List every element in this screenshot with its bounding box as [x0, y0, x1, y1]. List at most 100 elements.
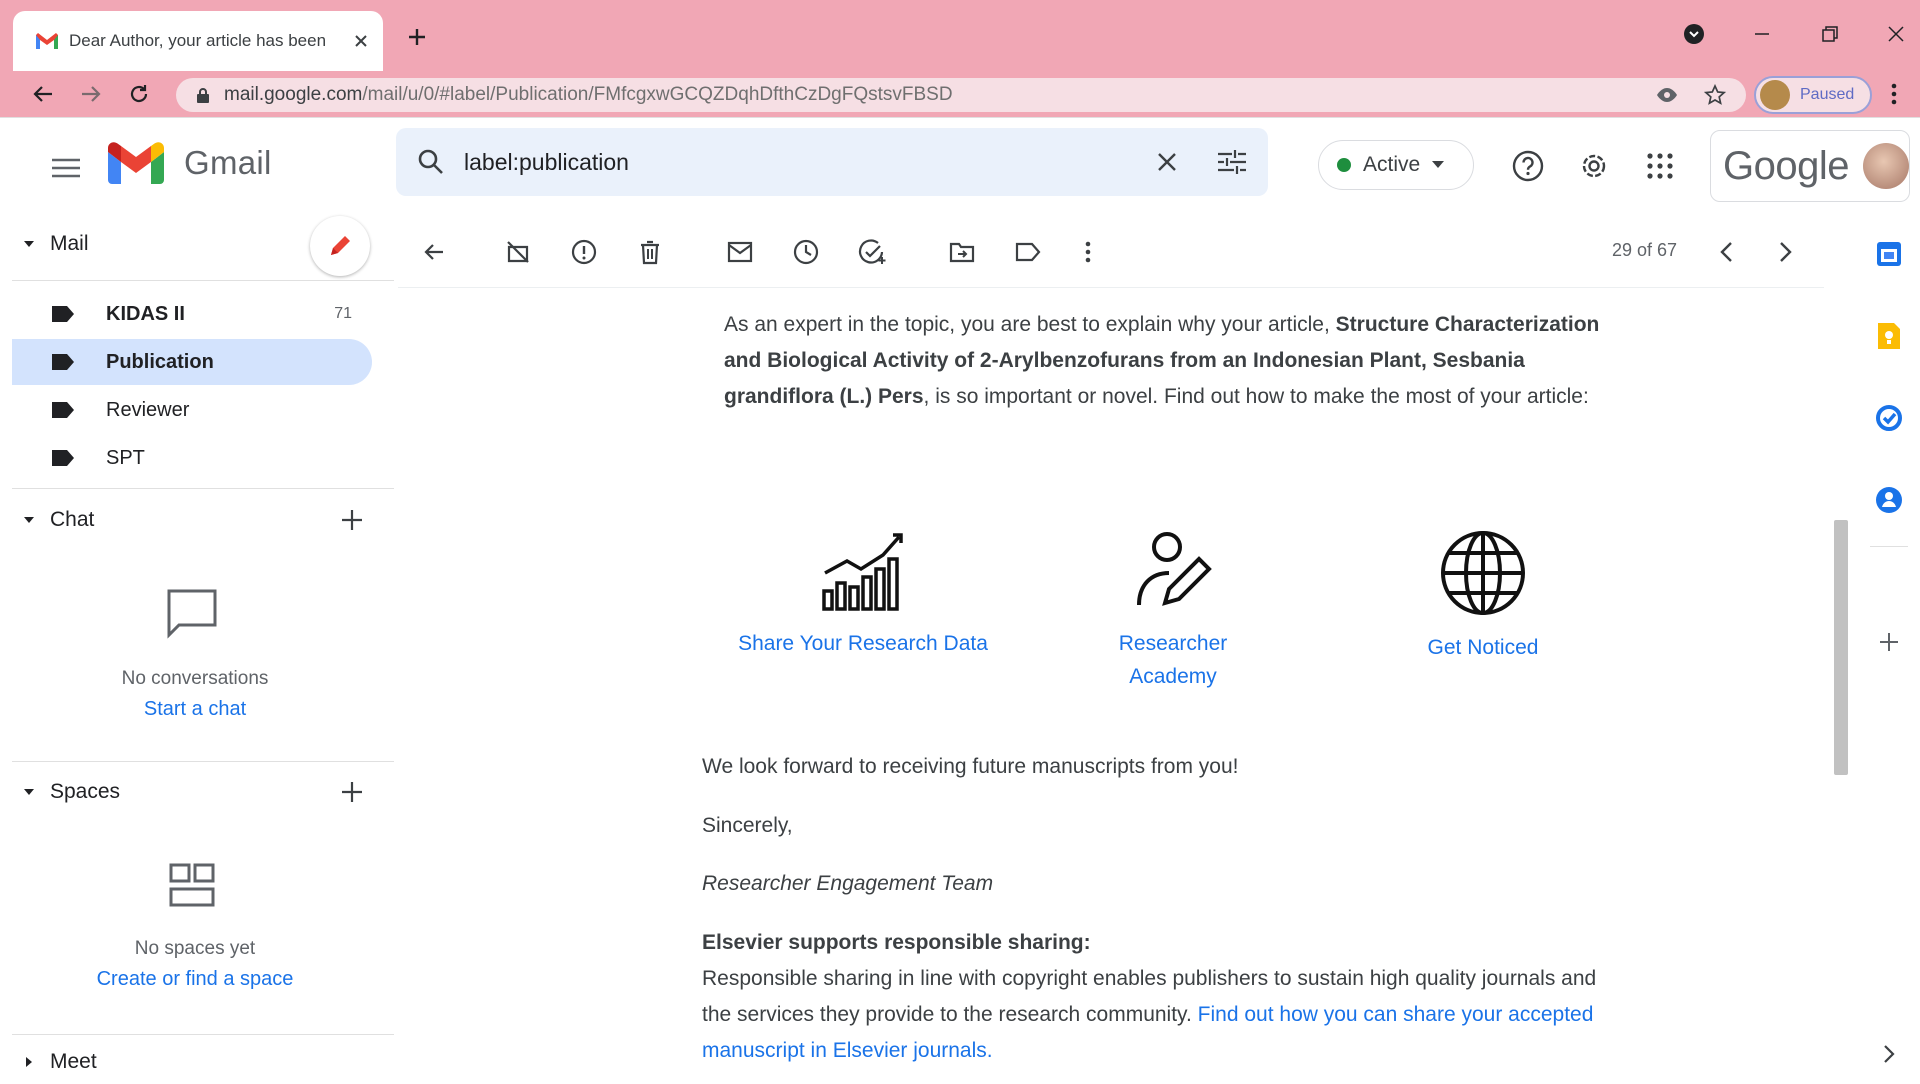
url-text: mail.google.com/mail/u/0/#label/Publicat…: [224, 84, 953, 106]
clear-search-icon[interactable]: [1156, 151, 1178, 173]
feature-label: Share Your Research Data: [738, 632, 988, 655]
sidebar-item-label: Reviewer: [106, 398, 190, 421]
get-noticed-link[interactable]: Get Noticed: [1358, 529, 1608, 664]
more-options-button[interactable]: [1068, 232, 1108, 272]
new-space-button[interactable]: [334, 774, 370, 810]
sharing-paragraph: Responsible sharing in line with copyrig…: [702, 961, 1622, 1069]
compose-button[interactable]: [310, 216, 370, 276]
forward-button[interactable]: [72, 75, 110, 113]
profile-avatar: [1760, 80, 1790, 110]
label-outline-icon: [1015, 242, 1041, 262]
sidebar-item-kidas-ii[interactable]: KIDAS II 71: [12, 291, 372, 337]
report-spam-button[interactable]: [564, 232, 604, 272]
email-body: As an expert in the topic, you are best …: [398, 289, 1824, 1084]
plus-icon: [1880, 633, 1898, 651]
dropdown-arrow-icon: [1432, 161, 1445, 168]
get-addons-button[interactable]: [1871, 624, 1907, 660]
reload-icon: [130, 85, 148, 103]
back-to-list-button[interactable]: [414, 232, 454, 272]
search-input[interactable]: [464, 148, 1156, 176]
sidebar-item-publication[interactable]: Publication: [12, 339, 372, 385]
label-tag-icon: [52, 306, 74, 322]
restore-button[interactable]: [1810, 14, 1850, 54]
back-button[interactable]: [24, 75, 62, 113]
archive-off-icon: [507, 241, 529, 263]
start-chat-link[interactable]: Start a chat: [0, 698, 390, 721]
move-to-button[interactable]: [942, 232, 982, 272]
settings-button[interactable]: [1572, 144, 1616, 188]
reload-button[interactable]: [120, 75, 158, 113]
spaces-heading: Spaces: [50, 780, 121, 803]
browser-tab-active[interactable]: Dear Author, your article has been: [13, 11, 383, 71]
minimize-button[interactable]: [1742, 14, 1782, 54]
sidebar-item-spt[interactable]: SPT: [12, 435, 372, 481]
hide-side-panel-button[interactable]: [1871, 1036, 1907, 1072]
sidebar-divider: [12, 488, 394, 489]
feature-label: Researcher Academy: [1118, 632, 1228, 688]
unread-count: 71: [334, 305, 352, 322]
no-conversations-text: No conversations: [121, 668, 269, 689]
profile-status: Paused: [1800, 86, 1855, 103]
new-chat-button[interactable]: [334, 502, 370, 538]
spaces-grid-icon: [169, 863, 215, 907]
calendar-app-button[interactable]: [1871, 236, 1907, 272]
status-label: Active: [1363, 153, 1421, 176]
chat-section-toggle[interactable]: Chat: [22, 508, 94, 532]
tab-close-icon[interactable]: [353, 33, 369, 49]
profile-paused-button[interactable]: Paused: [1754, 76, 1872, 114]
sidebar-item-reviewer[interactable]: Reviewer: [12, 387, 372, 433]
chevron-left-icon: [1720, 242, 1732, 262]
status-dropdown[interactable]: Active: [1318, 140, 1474, 190]
pencil-icon: [331, 236, 350, 255]
search-box[interactable]: [396, 128, 1268, 196]
caret-down-icon: [24, 789, 34, 795]
side-panel-divider: [1870, 546, 1908, 547]
tab-search-button[interactable]: [1674, 14, 1714, 54]
apps-grid-icon: [1647, 153, 1673, 179]
meet-section-toggle[interactable]: Meet: [22, 1050, 97, 1074]
main-menu-button[interactable]: [44, 146, 88, 190]
support-button[interactable]: [1506, 144, 1550, 188]
sidebar-item-label: KIDAS II: [106, 302, 185, 325]
add-to-tasks-button[interactable]: [852, 232, 892, 272]
close-window-button[interactable]: [1876, 14, 1916, 54]
sharing-heading: Elsevier supports responsible sharing:: [702, 931, 1091, 954]
delete-button[interactable]: [630, 232, 670, 272]
spaces-section-toggle[interactable]: Spaces: [22, 780, 120, 804]
google-apps-button[interactable]: [1638, 144, 1682, 188]
new-tab-button[interactable]: [400, 20, 434, 54]
create-space-link[interactable]: Create or find a space: [0, 968, 390, 991]
sidebar-divider: [12, 280, 394, 281]
sidebar-divider: [12, 1034, 394, 1035]
older-button[interactable]: [1766, 232, 1806, 272]
gmail-favicon-icon: [36, 33, 58, 49]
report-icon: [571, 239, 597, 265]
star-icon[interactable]: [1704, 84, 1726, 106]
search-options-icon[interactable]: [1218, 150, 1246, 174]
gmail-header: Gmail Active Google: [0, 118, 1920, 216]
browser-menu-button[interactable]: [1878, 77, 1910, 111]
intro-text-1: As an expert in the topic, you are best …: [724, 313, 1336, 336]
keep-app-button[interactable]: [1871, 318, 1907, 354]
tasks-app-button[interactable]: [1871, 400, 1907, 436]
mail-section-toggle[interactable]: Mail: [22, 232, 89, 256]
mark-unread-button[interactable]: [720, 232, 760, 272]
search-icon[interactable]: [418, 149, 444, 175]
globe-icon: [1441, 531, 1525, 615]
browser-toolbar: mail.google.com/mail/u/0/#label/Publicat…: [0, 71, 1920, 118]
newer-button[interactable]: [1706, 232, 1746, 272]
message-scrollbar[interactable]: [1834, 520, 1848, 775]
snooze-button[interactable]: [786, 232, 826, 272]
calendar-icon: [1877, 242, 1901, 266]
contacts-app-button[interactable]: [1871, 482, 1907, 518]
gmail-logo[interactable]: Gmail: [108, 142, 272, 184]
researcher-academy-link[interactable]: Researcher Academy: [1078, 529, 1268, 693]
address-bar[interactable]: mail.google.com/mail/u/0/#label/Publicat…: [176, 78, 1746, 112]
google-account-button[interactable]: Google: [1710, 130, 1910, 202]
no-spaces-text: No spaces yet: [134, 938, 256, 959]
eye-icon[interactable]: [1656, 87, 1678, 103]
mail-heading: Mail: [50, 232, 89, 255]
share-research-data-link[interactable]: Share Your Research Data: [718, 529, 1008, 660]
archive-button[interactable]: [498, 232, 538, 272]
labels-button[interactable]: [1008, 232, 1048, 272]
